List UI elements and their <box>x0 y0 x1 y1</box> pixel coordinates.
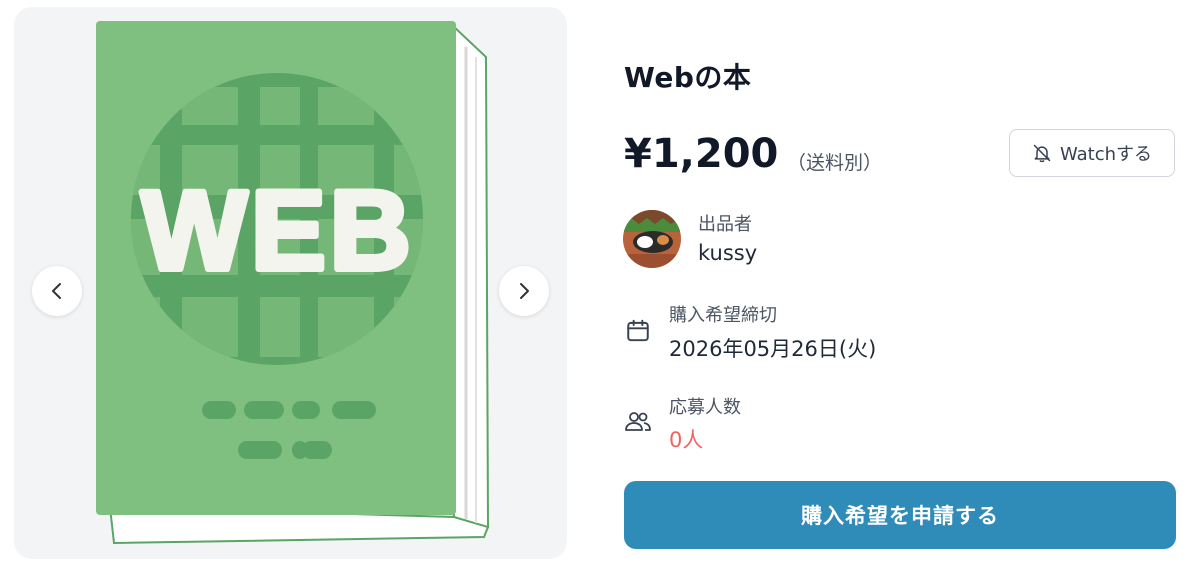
bell-off-icon <box>1033 144 1051 163</box>
calendar-icon <box>627 319 649 342</box>
gallery-next-button[interactable] <box>499 266 549 316</box>
watch-button[interactable]: Watchする <box>1009 129 1175 177</box>
watch-button-label: Watchする <box>1059 144 1153 165</box>
product-price: ¥1,200 <box>624 131 779 177</box>
svg-text:WEB: WEB <box>141 168 414 293</box>
product-image: WEB <box>96 21 490 545</box>
applicants-count: 0人 <box>669 428 704 452</box>
product-title: Webの本 <box>624 61 752 94</box>
seller-label: 出品者 <box>698 214 752 235</box>
chevron-right-icon <box>520 283 529 299</box>
chevron-left-icon <box>52 283 61 299</box>
deadline-value: 2026年05月26日(火) <box>669 337 877 361</box>
users-icon <box>625 412 651 431</box>
apply-purchase-button[interactable]: 購入希望を申請する <box>624 481 1176 549</box>
seller-avatar[interactable] <box>623 210 681 268</box>
shipping-note: （送料別） <box>787 152 883 174</box>
gallery-prev-button[interactable] <box>32 266 82 316</box>
applicants-label: 応募人数 <box>669 397 741 418</box>
deadline-label: 購入希望締切 <box>669 305 777 326</box>
product-image-gallery: WEB <box>14 7 567 559</box>
seller-name[interactable]: kussy <box>698 241 757 265</box>
